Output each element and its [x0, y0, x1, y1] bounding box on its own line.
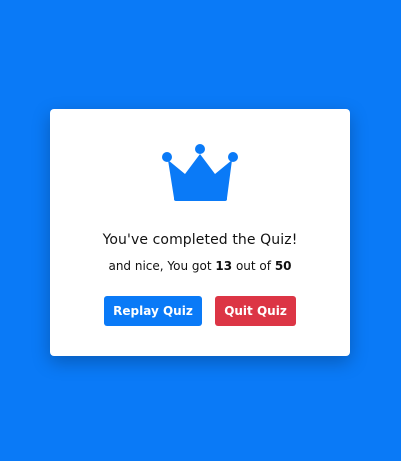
score-value: 13: [215, 259, 233, 273]
completion-message: You've completed the Quiz!: [102, 232, 298, 248]
score-text: and nice, You got 13 out of 50: [50, 259, 350, 273]
crown-icon: [162, 144, 238, 201]
score-total: 50: [274, 259, 292, 273]
score-middle: out of: [235, 259, 271, 273]
score-prefix: and nice, You got: [108, 259, 212, 273]
quit-quiz-button[interactable]: Quit Quiz: [215, 296, 296, 326]
replay-quiz-button[interactable]: Replay Quiz: [104, 296, 202, 326]
